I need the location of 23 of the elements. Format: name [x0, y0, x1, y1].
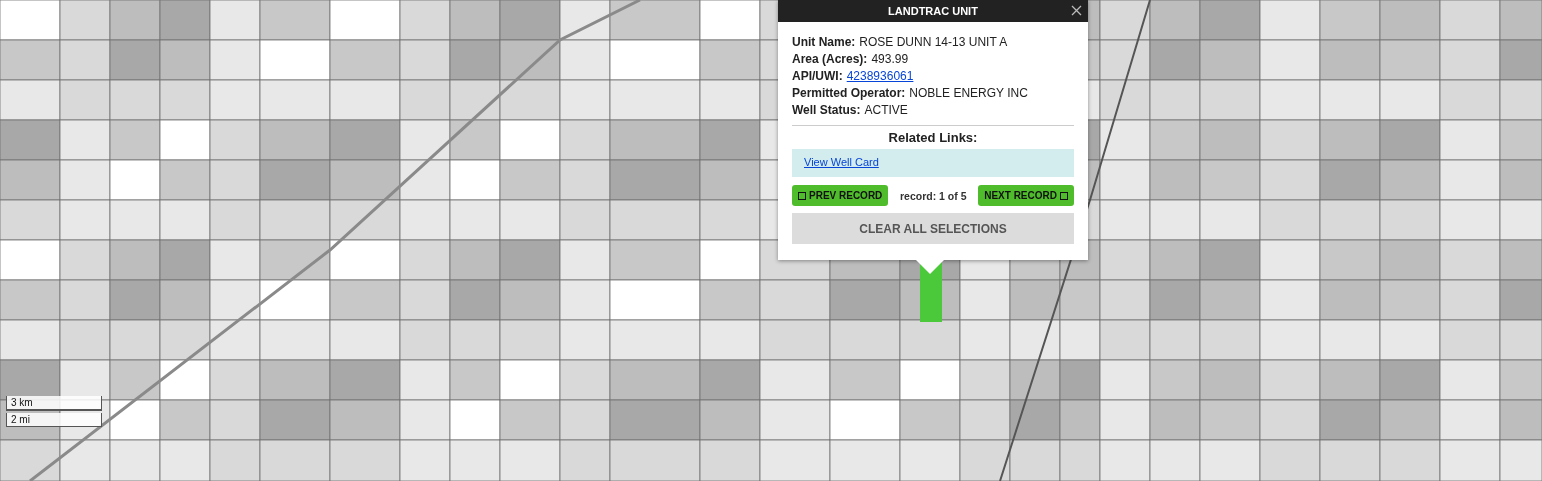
field-value: NOBLE ENERGY INC: [909, 85, 1028, 102]
record-counter: record: 1 of 5: [900, 189, 967, 202]
field-value: 493.99: [871, 51, 909, 68]
close-button[interactable]: [1070, 4, 1083, 17]
field-link[interactable]: 4238936061: [846, 68, 914, 85]
next-record-button[interactable]: NEXT RECORD: [978, 185, 1074, 206]
square-icon: [1060, 191, 1068, 200]
field-label: Area (Acres):: [792, 51, 868, 68]
popup-title: LANDTRAC UNIT: [888, 5, 978, 17]
close-icon: [1071, 5, 1082, 16]
square-icon: [798, 191, 806, 200]
field-label: Permitted Operator:: [792, 85, 906, 102]
field-value: ACTIVE: [864, 102, 908, 119]
well-card-link[interactable]: View Well Card: [804, 156, 879, 168]
field-label: Well Status:: [792, 102, 861, 119]
field-value: ROSE DUNN 14-13 UNIT A: [859, 34, 1008, 51]
prev-record-button[interactable]: PREV RECORD: [792, 185, 889, 206]
scale-bar: 3 km: [6, 396, 102, 411]
field-label: API/UWI:: [792, 68, 843, 85]
scale-bar: 2 mi: [6, 413, 102, 427]
clear-selections-button[interactable]: CLEAR ALL SELECTIONS: [792, 213, 1074, 244]
field-label: Unit Name:: [792, 34, 856, 51]
related-links-heading: Related Links:: [887, 130, 979, 145]
